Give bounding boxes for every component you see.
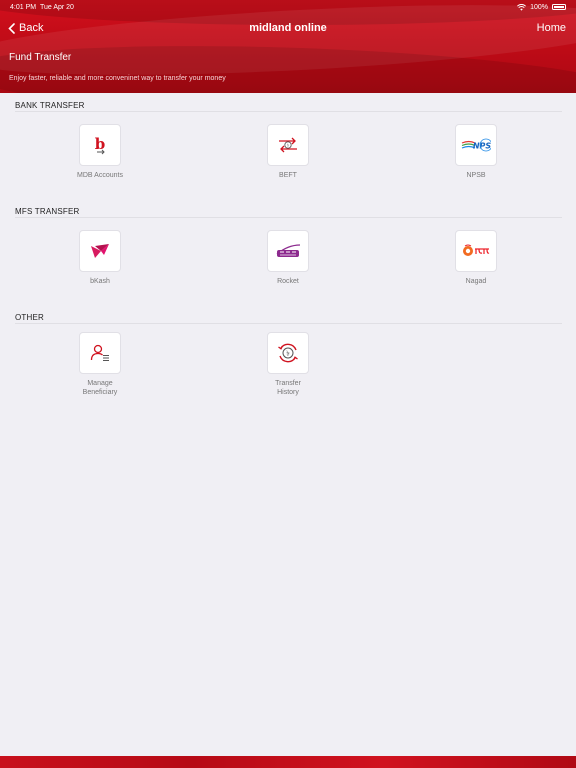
svg-text:b: b	[95, 135, 106, 153]
tile-mdb-accounts[interactable]: b MDB Accounts	[45, 124, 155, 181]
app-title: midland online	[249, 22, 327, 34]
chevron-left-icon	[8, 22, 15, 34]
status-bar: 4:01 PM Tue Apr 20 100%	[0, 0, 576, 14]
tile-manage-beneficiary[interactable]: Manage Beneficiary	[45, 332, 155, 397]
tile-npsb[interactable]: NPS NPSB	[421, 124, 531, 181]
status-time: 4:01 PM	[10, 3, 37, 11]
tile-transfer-history[interactable]: ৳ Transfer History	[233, 332, 343, 397]
tile-nagad[interactable]: Nagad	[421, 230, 531, 287]
tile-label: NPSB	[466, 172, 486, 179]
tile-beft[interactable]: ৳ BEFT	[233, 124, 343, 181]
battery-icon	[552, 4, 566, 10]
tile-label: Nagad	[465, 278, 487, 285]
section-title-other: OTHER	[15, 313, 44, 322]
svg-text:৳: ৳	[286, 350, 290, 358]
back-label: Back	[19, 22, 44, 34]
status-date: Tue Apr 20	[39, 3, 74, 11]
mdb-accounts-icon: b	[95, 135, 106, 155]
battery-percent: 100%	[530, 3, 548, 11]
tile-label: MDB Accounts	[77, 172, 123, 179]
page-subtitle: Enjoy faster, reliable and more convenin…	[9, 75, 226, 82]
tile-label: Rocket	[277, 278, 299, 285]
nav-bar: Back midland online Home	[0, 18, 576, 38]
bkash-logo-icon	[91, 244, 109, 258]
tile-label: bKash	[90, 278, 110, 285]
page-title: Fund Transfer	[9, 52, 72, 63]
npsb-logo-icon: NPS	[461, 138, 491, 152]
divider	[15, 111, 562, 112]
tile-label: Transfer History	[275, 380, 301, 396]
rocket-logo-icon	[276, 244, 301, 257]
section-title-mfs-transfer: MFS TRANSFER	[15, 207, 80, 216]
tile-bkash[interactable]: bKash	[45, 230, 155, 287]
divider	[15, 217, 562, 218]
back-button[interactable]: Back	[8, 22, 43, 34]
footer-bar	[0, 756, 576, 768]
transfer-history-icon: ৳	[278, 343, 298, 363]
home-button[interactable]: Home	[537, 22, 566, 34]
wifi-icon	[517, 3, 527, 11]
tile-label: Manage Beneficiary	[82, 380, 118, 396]
svg-text:৳: ৳	[287, 143, 289, 148]
section-title-bank-transfer: BANK TRANSFER	[15, 101, 85, 110]
manage-beneficiary-icon	[90, 344, 109, 361]
header: 4:01 PM Tue Apr 20 100% Back midland onl…	[0, 0, 576, 93]
beft-transfer-icon: ৳	[279, 137, 297, 153]
nagad-logo-icon	[463, 244, 490, 256]
tile-label: BEFT	[279, 172, 297, 179]
tile-rocket[interactable]: Rocket	[233, 230, 343, 287]
divider	[15, 323, 562, 324]
